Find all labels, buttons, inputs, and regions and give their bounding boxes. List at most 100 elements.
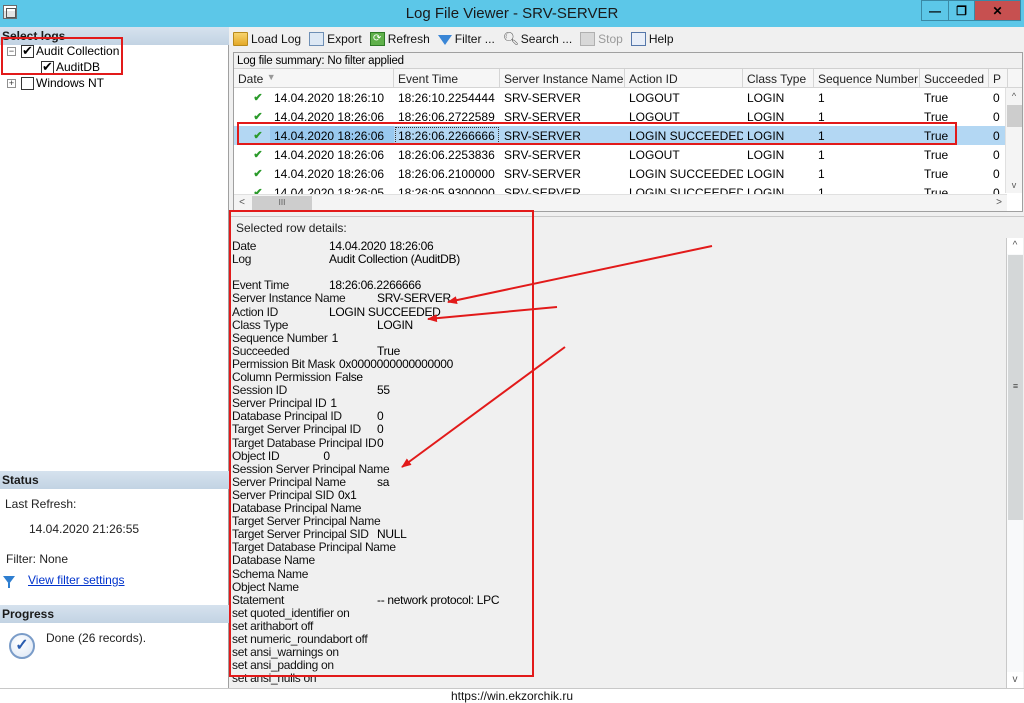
server-instance-cell: SRV-SERVER [504, 110, 581, 124]
table-row[interactable]: ✔ 14.04.2020 18:26:06 18:26:06.2266666 SRV-… [234, 126, 1022, 145]
column-header-p[interactable]: P [989, 69, 1008, 87]
audit-collection-checkbox[interactable] [21, 43, 34, 59]
detail-label: set quoted_identifier on [232, 605, 350, 620]
column-header-event-time[interactable]: Event Time [394, 69, 500, 87]
stop-button[interactable]: Stop [580, 32, 623, 46]
succeeded-cell: True [924, 148, 949, 162]
minimize-button[interactable]: — [921, 0, 949, 21]
search-button[interactable]: 🔍︎ Search ... [503, 32, 572, 47]
tree-item-auditdb[interactable]: AuditDB [41, 59, 100, 75]
export-label: Export [327, 32, 362, 46]
collapse-icon[interactable]: − [7, 46, 16, 56]
detail-label: set ansi_padding on [232, 658, 334, 673]
export-icon [309, 32, 325, 46]
log-file-viewer-window: Log File Viewer - SRV-SERVER — ❐ ✕ Selec… [0, 0, 1024, 688]
export-button[interactable]: Export [309, 32, 362, 46]
table-row[interactable]: ✔ 14.04.2020 18:26:06 18:26:06.2722589 SRV-… [234, 107, 1022, 126]
column-header-succeeded[interactable]: Succeeded [920, 69, 989, 87]
selected-row-details: Selected row details: Date 14.04.2020 18:… [230, 216, 1024, 688]
table-row[interactable]: ✔ 14.04.2020 18:26:06 18:26:06.2253836 SRV-… [234, 145, 1022, 164]
restore-button[interactable]: ❐ [948, 0, 975, 21]
event-time-cell: 18:26:06.2253836 [398, 148, 495, 162]
scroll-right-icon[interactable]: > [991, 195, 1007, 211]
details-vertical-scrollbar[interactable]: ^ ≡ v [1006, 238, 1023, 688]
tree-item-audit-collection[interactable]: − Audit Collection [7, 43, 119, 59]
filter-icon [437, 35, 452, 45]
toolbar: Load Log Export ⟳ Refresh Filter ... 🔍︎ Se… [230, 27, 1024, 51]
column-header-sequence-number[interactable]: Sequence Number [814, 69, 920, 87]
detail-label: Server Principal ID [232, 396, 327, 411]
date-value: 14.04.2020 18:26:10 [274, 91, 385, 105]
help-icon [630, 32, 646, 46]
filter-status: Filter: None [6, 552, 69, 566]
class-type-cell: LOGIN [747, 110, 785, 124]
left-panel: Select logs − Audit Collection AuditDB +… [0, 27, 229, 688]
table-row[interactable]: ✔ 14.04.2020 18:26:06 18:26:06.2100000 SRV-… [234, 164, 1022, 183]
view-filter-settings-link[interactable]: View filter settings [28, 573, 125, 587]
succeeded-cell: True [924, 167, 949, 181]
class-type-cell: LOGIN [747, 148, 785, 162]
detail-label: Server Principal SID [232, 487, 335, 502]
action-id-cell: LOGOUT [629, 148, 680, 162]
scroll-thumb[interactable]: ≡ [1008, 255, 1023, 520]
grid-vertical-scrollbar[interactable]: ^ v [1005, 88, 1022, 193]
detail-label: Action ID [232, 304, 278, 319]
help-button[interactable]: Help [630, 32, 674, 46]
success-check-icon: ✔ [253, 149, 263, 161]
status-heading: Status [0, 471, 229, 489]
success-check-icon: ✔ [253, 130, 263, 142]
server-instance-cell: SRV-SERVER [504, 129, 581, 143]
scroll-down-icon[interactable]: v [1007, 672, 1023, 688]
detail-label: Object ID [232, 448, 280, 463]
detail-label: set ansi_warnings on [232, 645, 339, 660]
detail-label: Permission Bit Mask [232, 356, 335, 371]
server-instance-cell: SRV-SERVER [504, 167, 581, 181]
date-cell: ✔ 14.04.2020 18:26:06 [234, 145, 394, 164]
column-header-action-id[interactable]: Action ID [625, 69, 743, 87]
scroll-up-icon[interactable]: ^ [1007, 238, 1023, 254]
detail-value: 0 [377, 435, 384, 450]
class-type-cell: LOGIN [747, 129, 785, 143]
scroll-thumb[interactable]: III [252, 196, 312, 210]
auditdb-checkbox[interactable] [41, 59, 54, 75]
close-button[interactable]: ✕ [974, 0, 1021, 21]
column-header-date[interactable]: Date ▼ [234, 69, 394, 87]
column-header-class-type[interactable]: Class Type [743, 69, 814, 87]
sequence-number-cell: 1 [818, 167, 825, 181]
sequence-number-cell: 1 [818, 148, 825, 162]
detail-label: Server Principal Name [232, 474, 346, 489]
scroll-left-icon[interactable]: < [234, 195, 250, 211]
filter-button[interactable]: Filter ... [437, 32, 495, 46]
refresh-button[interactable]: ⟳ Refresh [369, 32, 430, 46]
done-checkmark-icon: ✓ [9, 633, 35, 659]
succeeded-cell: True [924, 91, 949, 105]
column-label: Date [238, 72, 264, 86]
load-log-button[interactable]: Load Log [233, 32, 301, 46]
table-row[interactable]: ✔ 14.04.2020 18:26:10 18:26:10.2254444 SRV-… [234, 88, 1022, 107]
windows-nt-checkbox[interactable] [21, 76, 34, 90]
scroll-up-icon[interactable]: ^ [1006, 88, 1022, 104]
detail-value: LOGIN [377, 317, 413, 332]
success-check-icon: ✔ [253, 92, 263, 104]
detail-label: Date [232, 239, 257, 253]
scroll-down-icon[interactable]: v [1006, 177, 1022, 193]
detail-value: 0x1 [338, 487, 357, 502]
detail-value: 0 [377, 422, 384, 437]
scroll-thumb[interactable] [1007, 105, 1022, 127]
expand-icon[interactable]: + [7, 78, 16, 88]
tree-item-windows-nt[interactable]: + Windows NT [7, 75, 104, 91]
detail-label: Database Principal ID [232, 409, 342, 424]
class-type-cell: LOGIN [747, 167, 785, 181]
server-instance-cell: SRV-SERVER [504, 148, 581, 162]
window-title: Log File Viewer - SRV-SERVER [405, 5, 619, 22]
tree-item-label: AuditDB [56, 60, 101, 74]
detail-value: 55 [377, 383, 390, 398]
grid-horizontal-scrollbar[interactable]: < III > [234, 194, 1007, 211]
date-value: 14.04.2020 18:26:06 [274, 148, 385, 162]
detail-label: set ansi_nulls on [232, 671, 317, 686]
success-check-icon: ✔ [253, 111, 263, 123]
detail-value: False [334, 370, 363, 384]
sequence-number-cell: 1 [818, 129, 825, 143]
detail-label: set numeric_roundabort off [232, 632, 368, 646]
column-header-server-instance[interactable]: Server Instance Name [500, 69, 625, 87]
